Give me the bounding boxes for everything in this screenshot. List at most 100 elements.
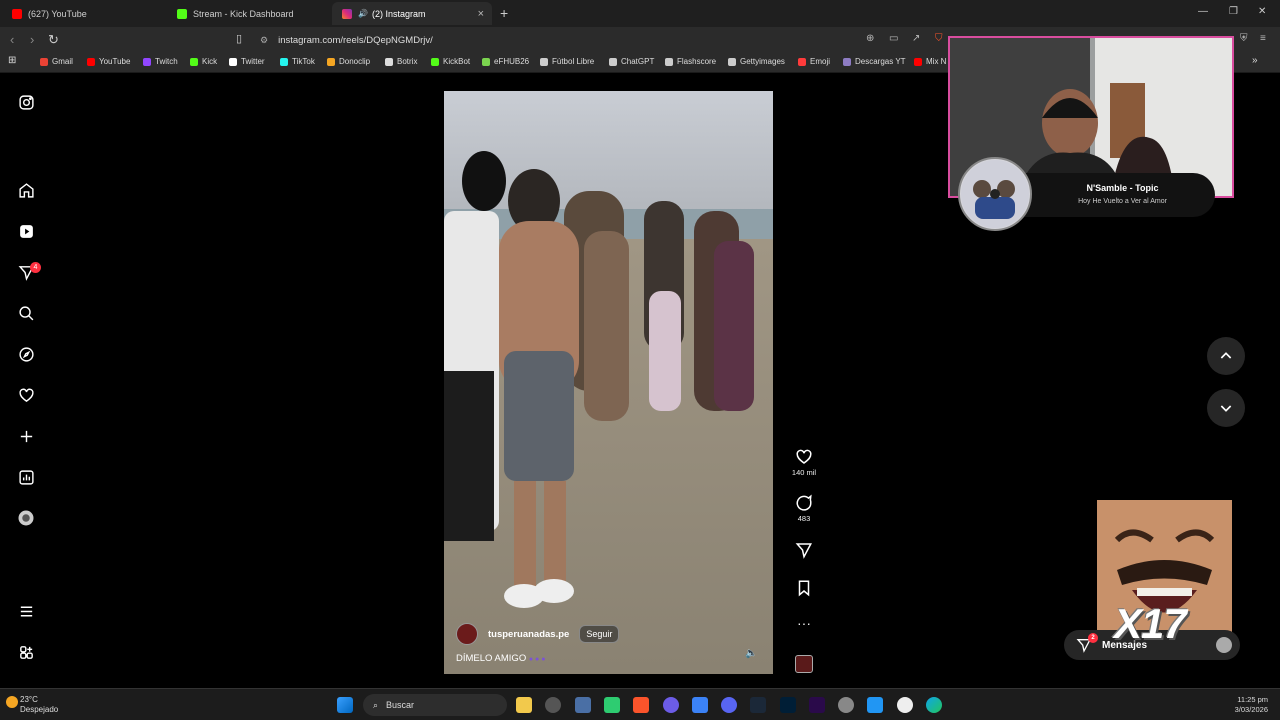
obs-icon[interactable] <box>545 697 561 713</box>
media-player-icon[interactable] <box>897 697 913 713</box>
bookmark-efhub26[interactable]: eFHUB26 <box>482 57 529 66</box>
kick-icon <box>177 8 187 19</box>
bookmark-gettyimages[interactable]: Gettyimages <box>728 57 785 66</box>
minimize-button[interactable]: — <box>1198 6 1208 17</box>
dashboard-icon[interactable] <box>16 467 36 487</box>
forward-button[interactable]: › <box>30 32 34 47</box>
edge-icon[interactable] <box>926 697 942 713</box>
bookmark-botrix[interactable]: Botrix <box>385 57 417 66</box>
bookmark-page-icon[interactable]: ▯ <box>236 32 242 45</box>
photoshop-icon[interactable] <box>780 697 796 713</box>
cast-icon[interactable]: ▭ <box>889 33 898 44</box>
instagram-icon[interactable] <box>16 92 36 112</box>
close-window-button[interactable]: ✕ <box>1258 6 1266 17</box>
donoclip-icon <box>327 57 335 66</box>
back-button[interactable]: ‹ <box>10 32 14 47</box>
speaker-icon: 🔊 <box>358 9 368 18</box>
heart-icon[interactable] <box>16 385 36 405</box>
tab-label: (2) Instagram <box>371 8 426 19</box>
site-settings-icon[interactable]: ⚙ <box>260 35 268 46</box>
settings-icon[interactable] <box>838 697 854 713</box>
bookmark-tiktok[interactable]: TikTok <box>280 57 315 66</box>
app-icon[interactable] <box>575 697 591 713</box>
premiere-icon[interactable] <box>809 697 825 713</box>
zoom-icon[interactable]: ⊕ <box>866 33 874 44</box>
new-tab-button[interactable]: + <box>500 5 508 21</box>
brave-icon[interactable] <box>633 697 649 713</box>
bookmark-descargas-yt[interactable]: Descargas YT <box>843 57 906 66</box>
x-icon <box>229 57 237 66</box>
bookmark-futbol-libre[interactable]: Fútbol Libre <box>540 57 594 66</box>
maximize-button[interactable]: ❐ <box>1229 6 1238 17</box>
chevron-down-icon <box>1220 405 1232 412</box>
create-icon[interactable] <box>16 426 36 446</box>
like-button[interactable]: 140 mil <box>784 448 824 477</box>
bookmark-chatgpt[interactable]: ChatGPT <box>609 57 654 66</box>
previous-reel-button[interactable] <box>1207 337 1245 375</box>
weather-condition: Despejado <box>20 705 59 714</box>
comment-button[interactable]: 483 <box>784 494 824 523</box>
start-button[interactable] <box>337 697 353 713</box>
username[interactable]: tusperuanadas.pe <box>488 629 569 640</box>
bookmark-mix[interactable]: Mix N <box>914 57 946 66</box>
share-icon[interactable]: ↗ <box>912 33 920 44</box>
next-reel-button[interactable] <box>1207 389 1245 427</box>
reload-button[interactable]: ↻ <box>48 32 59 48</box>
bookmark-kickbot[interactable]: KickBot <box>431 57 470 66</box>
reel-owner: tusperuanadas.pe Seguir <box>456 623 620 645</box>
bookmark-gmail[interactable]: Gmail <box>40 57 73 66</box>
tiktok-icon <box>280 57 288 66</box>
more-bookmarks-icon[interactable]: » <box>1252 55 1258 66</box>
apps-icon[interactable]: ⊞ <box>8 55 16 66</box>
discord-icon[interactable] <box>721 697 737 713</box>
calculator-icon[interactable] <box>692 697 708 713</box>
profile-icon[interactable] <box>16 508 36 528</box>
mute-icon[interactable]: 🔈 <box>745 648 757 659</box>
app-icon[interactable] <box>604 697 620 713</box>
vpn-icon[interactable]: ⛨ <box>1240 33 1248 44</box>
bookmark-youtube[interactable]: YouTube <box>87 57 130 66</box>
taskbar-search[interactable]: ⌕ Buscar <box>363 694 507 716</box>
avatar <box>1216 637 1232 653</box>
youtube-icon <box>87 57 95 66</box>
explore-icon[interactable] <box>16 344 36 364</box>
close-tab-icon[interactable]: × <box>478 8 484 20</box>
reel-video[interactable] <box>444 91 773 674</box>
emoji-icon <box>798 57 806 66</box>
weather-widget[interactable]: 23°C Despejado <box>20 695 58 715</box>
bookmark-kick[interactable]: Kick <box>190 57 217 66</box>
tab-kick-dashboard[interactable]: Stream - Kick Dashboard <box>167 2 332 25</box>
menu-icon[interactable]: ≡ <box>1260 33 1266 44</box>
save-button[interactable] <box>784 579 824 599</box>
flashscore-icon <box>665 57 673 66</box>
bookmark-emoji[interactable]: Emoji <box>798 57 830 66</box>
notification-badge: 4 <box>30 262 41 273</box>
system-clock[interactable]: 11:25 pm 3/03/2026 <box>1222 695 1268 715</box>
tab-youtube[interactable]: (627) YouTube <box>2 2 167 25</box>
windows-taskbar: 23°C Despejado ⌕ Buscar 11:25 pm 3/03/20… <box>0 688 1280 720</box>
file-explorer-icon[interactable] <box>516 697 532 713</box>
kick-icon <box>190 57 198 66</box>
share-button[interactable] <box>784 541 824 561</box>
avatar[interactable] <box>456 623 478 645</box>
audio-thumbnail[interactable] <box>784 655 824 675</box>
menu-icon[interactable] <box>16 601 36 621</box>
youtube-icon <box>914 57 922 66</box>
bookmark-twitter[interactable]: Twitter <box>229 57 265 66</box>
search-icon[interactable] <box>16 303 36 323</box>
tab-instagram[interactable]: 🔊 (2) Instagram × <box>332 2 492 25</box>
steam-icon[interactable] <box>750 697 766 713</box>
app-icon[interactable] <box>663 697 679 713</box>
url-field[interactable]: ⚙ instagram.com/reels/DQepNGMDrjv/ <box>260 31 950 49</box>
home-icon[interactable] <box>16 180 36 200</box>
notepad-icon[interactable] <box>867 697 883 713</box>
reels-icon[interactable] <box>16 221 36 241</box>
follow-button[interactable]: Seguir <box>579 625 620 643</box>
more-options-icon[interactable]: ··· <box>784 615 824 631</box>
bookmark-flashscore[interactable]: Flashscore <box>665 57 716 66</box>
more-icon[interactable] <box>16 642 36 662</box>
share-icon <box>795 543 812 559</box>
bookmark-donoclip[interactable]: Donoclip <box>327 57 370 66</box>
brave-shield-icon[interactable]: ⛉ <box>935 33 943 44</box>
bookmark-twitch[interactable]: Twitch <box>143 57 178 66</box>
